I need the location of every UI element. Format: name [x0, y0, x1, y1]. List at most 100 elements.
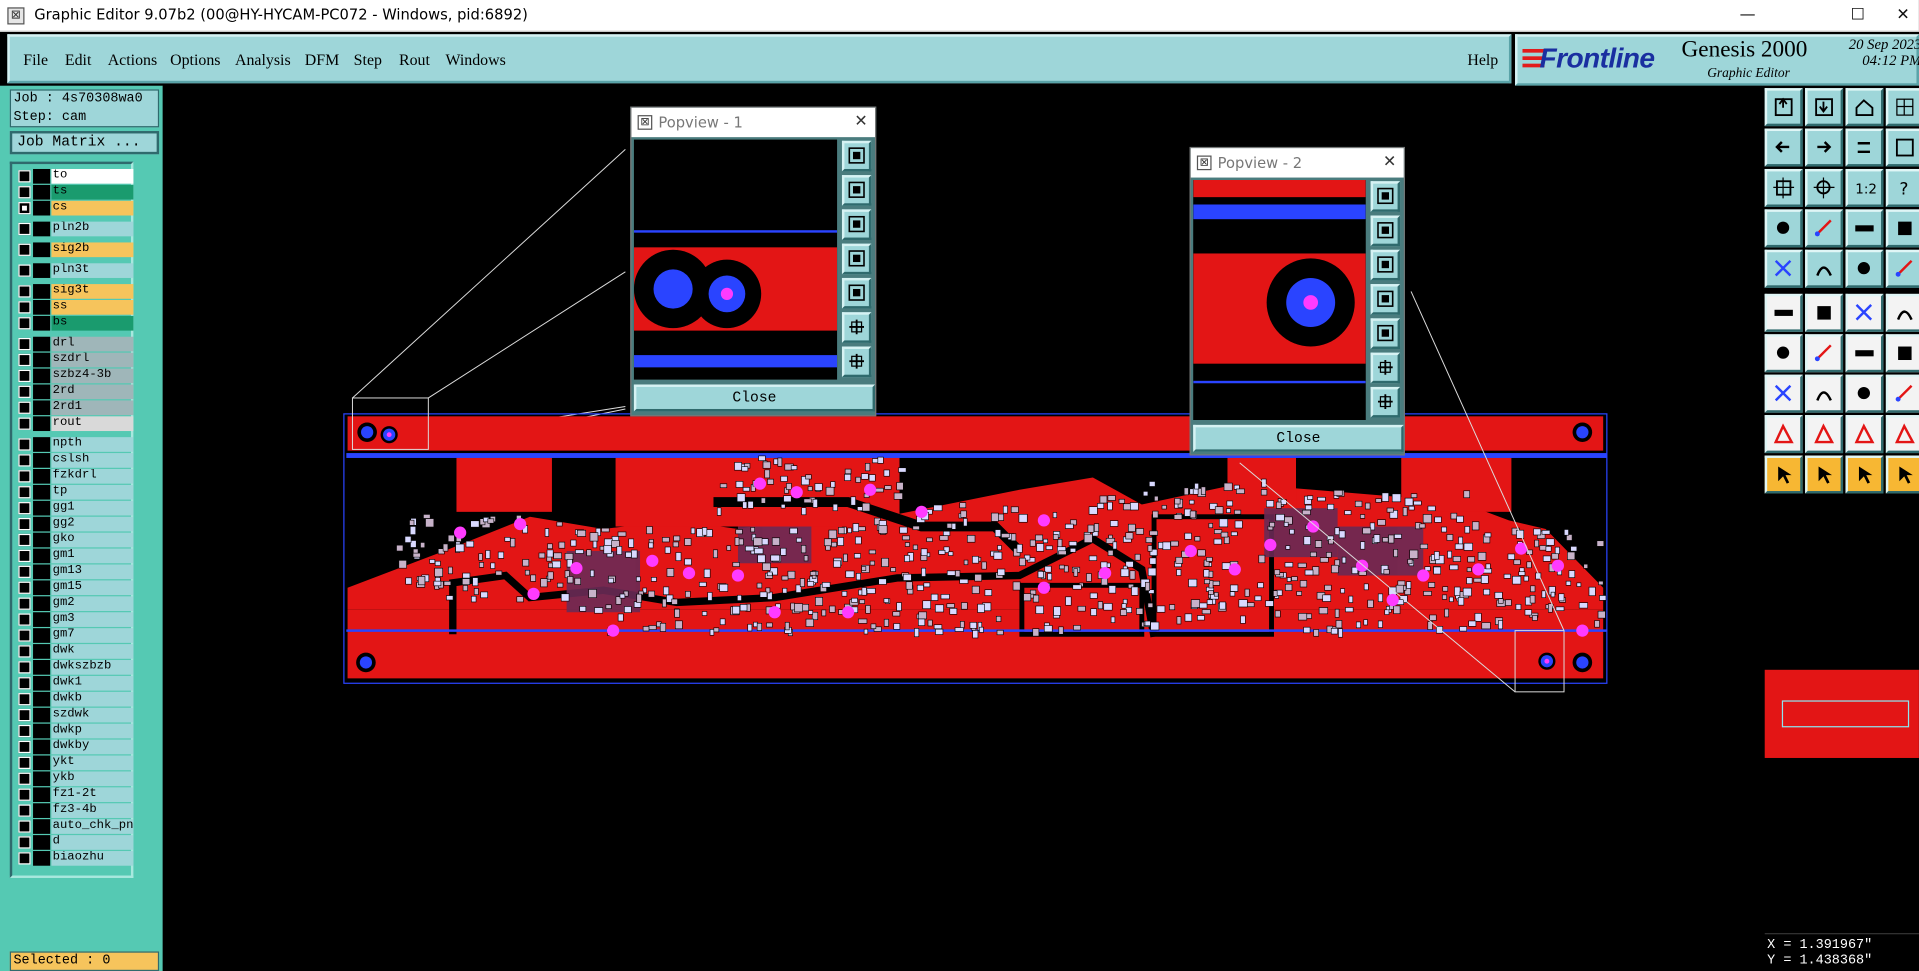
layer-color-swatch[interactable] [33, 548, 51, 564]
layer-row-gm3[interactable]: gm3 [15, 612, 134, 627]
layer-checkbox[interactable] [18, 222, 31, 236]
layer-checkbox[interactable] [18, 677, 31, 690]
layer-color-swatch[interactable] [33, 437, 51, 452]
layer-name[interactable]: pln2b [51, 221, 134, 237]
layer-name[interactable]: rout [51, 416, 134, 432]
layer-color-swatch[interactable] [33, 263, 51, 278]
layer-row-fz1-2t[interactable]: fz1-2t [15, 787, 134, 803]
layer-name[interactable]: dwk [51, 644, 134, 659]
popview-2-tool-2[interactable] [1370, 215, 1401, 247]
layer-name[interactable]: drl [51, 336, 134, 352]
popview-2-window[interactable]: ⊠ Popview - 2 ✕ Close [1189, 146, 1405, 456]
layer-color-swatch[interactable] [33, 453, 51, 468]
layer-checkbox[interactable] [18, 756, 31, 769]
layer-row-pln3t[interactable]: pln3t [15, 263, 134, 278]
layer-color-swatch[interactable] [33, 242, 51, 258]
layer-checkbox[interactable] [18, 186, 31, 199]
layer-checkbox[interactable] [18, 693, 31, 706]
layer-name[interactable]: dwkszbzb [51, 660, 134, 675]
layer-name[interactable]: d [51, 835, 134, 850]
layer-color-swatch[interactable] [33, 400, 51, 416]
layer-checkbox[interactable] [18, 202, 31, 215]
layer-checkbox[interactable] [18, 317, 31, 330]
layer-checkbox[interactable] [18, 401, 31, 414]
layer-row-ykb[interactable]: ykb [15, 771, 134, 787]
redraw-button[interactable] [1845, 128, 1884, 167]
layer-name[interactable]: fz3-4b [51, 803, 134, 818]
layer-color-swatch[interactable] [33, 755, 51, 771]
layer-checkbox[interactable] [18, 788, 31, 801]
triangle-out-button[interactable] [1845, 415, 1884, 454]
zoom-home-button[interactable] [1764, 88, 1803, 127]
layer-color-swatch[interactable] [33, 284, 51, 299]
popview-2-tool-1[interactable] [1370, 181, 1401, 212]
layer-checkbox[interactable] [18, 549, 31, 563]
pointer-box-button[interactable] [1845, 455, 1884, 494]
layer-color-swatch[interactable] [33, 532, 51, 548]
layer-row-gm15[interactable]: gm15 [15, 580, 134, 596]
ratio-button[interactable]: 1:2 [1845, 168, 1884, 207]
layer-color-swatch[interactable] [33, 221, 51, 237]
layer-checkbox[interactable] [18, 852, 31, 865]
layer-color-swatch[interactable] [33, 707, 51, 723]
layer-color-swatch[interactable] [33, 596, 51, 612]
menu-step[interactable]: Step [354, 50, 382, 70]
layer-row-tp[interactable]: tp [15, 484, 134, 500]
menu-options[interactable]: Options [170, 50, 220, 70]
popview-2-tool-6[interactable] [1370, 352, 1401, 384]
job-matrix-button[interactable]: Job Matrix ... [9, 131, 160, 155]
layer-row-fzkdrl[interactable]: fzkdrl [15, 468, 134, 484]
layer-checkbox[interactable] [18, 353, 31, 367]
layer-name[interactable]: sig2b [51, 242, 134, 258]
layer-row-ts[interactable]: ts [15, 184, 134, 200]
popview-1-tool-2[interactable] [841, 175, 872, 206]
layer-checkbox[interactable] [18, 170, 31, 183]
flash-button[interactable] [1805, 249, 1844, 288]
layer-checkbox[interactable] [18, 470, 31, 483]
layer-checkbox[interactable] [18, 454, 31, 467]
menu-windows[interactable]: Windows [445, 50, 505, 70]
snap-button[interactable] [1885, 128, 1919, 167]
popview-1-close-x[interactable]: ✕ [854, 108, 867, 137]
layer-name[interactable]: dwkp [51, 723, 134, 739]
layer-row-szbz4-3b[interactable]: szbz4-3b [15, 368, 134, 384]
layer-row-ss[interactable]: ss [15, 300, 134, 315]
layer-row-gm2[interactable]: gm2 [15, 596, 134, 612]
layer-row-szdrl[interactable]: szdrl [15, 352, 134, 368]
layer-name[interactable]: fz1-2t [51, 787, 134, 803]
layer-color-swatch[interactable] [33, 484, 51, 500]
layer-row-rout[interactable]: rout [15, 416, 134, 432]
layer-name[interactable]: gm1 [51, 548, 134, 564]
layer-checkbox[interactable] [18, 337, 31, 351]
layer-row-dwkszbzb[interactable]: dwkszbzb [15, 660, 134, 675]
pointer-poly-button[interactable] [1885, 455, 1919, 494]
layer-color-swatch[interactable] [33, 771, 51, 787]
layer-color-swatch[interactable] [33, 184, 51, 200]
menu-edit[interactable]: Edit [65, 50, 92, 70]
layer-name[interactable]: gko [51, 532, 134, 548]
layer-checkbox[interactable] [18, 836, 31, 849]
layer-row-auto_chk_pn[interactable]: auto_chk_pn [15, 819, 134, 834]
layer-name[interactable]: npth [51, 437, 134, 452]
layer-color-swatch[interactable] [33, 500, 51, 516]
layer-name[interactable]: auto_chk_pn [51, 819, 134, 834]
layer-checkbox[interactable] [18, 597, 31, 610]
layer-row-2rd[interactable]: 2rd [15, 384, 134, 400]
split-button[interactable] [1885, 293, 1919, 332]
line-button[interactable] [1764, 334, 1803, 373]
menu-analysis[interactable]: Analysis [235, 50, 291, 70]
move-button[interactable] [1764, 293, 1803, 332]
popview-2-tool-3[interactable] [1370, 249, 1401, 281]
layer-row-biaozhu[interactable]: biaozhu [15, 851, 134, 866]
minimize-button[interactable]: — [1719, 0, 1775, 32]
layer-name[interactable]: gm13 [51, 564, 134, 580]
pointer-button[interactable] [1764, 455, 1803, 494]
menu-file[interactable]: File [23, 50, 48, 70]
menu-help[interactable]: Help [1467, 50, 1498, 70]
layer-name[interactable]: cslsh [51, 453, 134, 468]
layer-row-dwkp[interactable]: dwkp [15, 723, 134, 739]
layer-checkbox[interactable] [18, 804, 31, 817]
layer-row-dwkby[interactable]: dwkby [15, 739, 134, 755]
slash-button[interactable] [1805, 334, 1844, 373]
layer-color-swatch[interactable] [33, 644, 51, 659]
